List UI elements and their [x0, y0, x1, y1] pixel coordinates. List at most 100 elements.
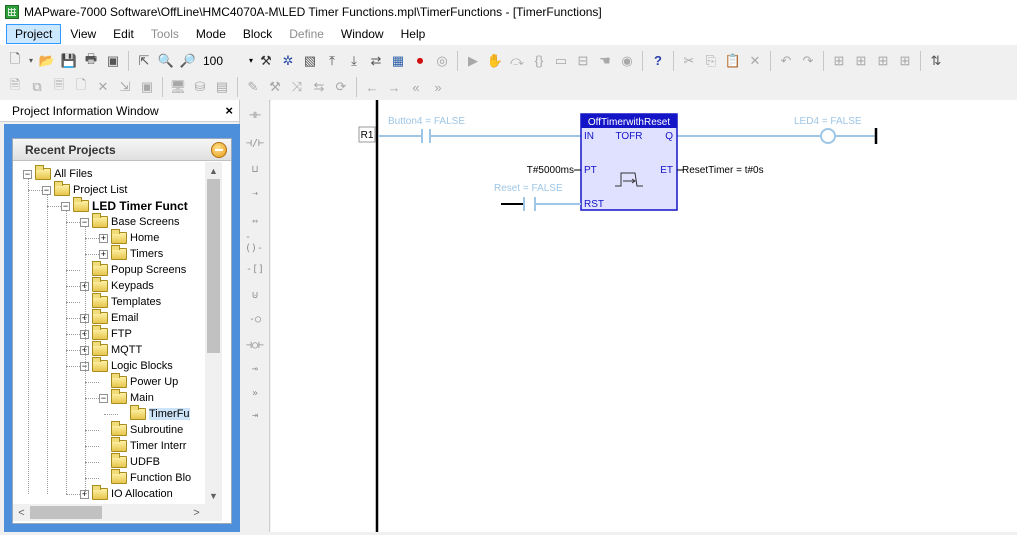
- pen-icon[interactable]: ✎: [243, 77, 263, 97]
- pt-value[interactable]: T#5000ms: [527, 165, 574, 176]
- sort-icon[interactable]: ⇅: [926, 51, 946, 71]
- export-icon[interactable]: ⇱: [134, 51, 154, 71]
- export-page-icon[interactable]: ⇲: [115, 77, 135, 97]
- monitor-icon[interactable]: ⊟: [573, 51, 593, 71]
- expand-icon[interactable]: +: [99, 249, 108, 259]
- close-icon[interactable]: ×: [225, 103, 233, 118]
- menu-view[interactable]: View: [62, 25, 104, 43]
- step-icon[interactable]: ⤼: [507, 51, 527, 71]
- contact-no-icon[interactable]: ⊣⊢: [245, 106, 265, 124]
- expand-icon[interactable]: +: [99, 233, 108, 243]
- tree-item[interactable]: + Timers: [99, 245, 163, 262]
- tree-item[interactable]: Popup Screens: [80, 261, 186, 278]
- menu-project[interactable]: Project: [6, 24, 62, 44]
- scroll-down-icon[interactable]: ▼: [205, 487, 222, 504]
- tree-item[interactable]: Power Up: [99, 373, 178, 390]
- refresh-icon[interactable]: ⟳: [331, 77, 351, 97]
- grid-3-icon[interactable]: ⊞: [873, 51, 893, 71]
- jump-icon[interactable]: »: [245, 384, 265, 402]
- ladder-canvas[interactable]: R1 Button4 = FALSE LED4 = FALSE OffTimer…: [271, 100, 1017, 532]
- zoom-select[interactable]: 100 ▾: [199, 51, 255, 71]
- return-icon[interactable]: ⊸: [245, 360, 265, 378]
- window-icon[interactable]: ▭: [551, 51, 571, 71]
- output-icon[interactable]: -○: [245, 310, 265, 328]
- screen-icon[interactable]: ▣: [137, 77, 157, 97]
- function-icon[interactable]: ⊍: [245, 286, 265, 304]
- close-icon[interactable]: ✕: [93, 77, 113, 97]
- transfer-icon[interactable]: ⇄: [366, 51, 386, 71]
- delete-icon[interactable]: ✕: [745, 51, 765, 71]
- upload-icon[interactable]: ⤒: [322, 51, 342, 71]
- dropdown-arrow-icon[interactable]: ▾: [27, 51, 35, 71]
- scroll-left-icon[interactable]: <: [13, 504, 30, 521]
- scroll-right-icon[interactable]: >: [188, 504, 205, 521]
- new-page-icon[interactable]: 🗋: [71, 77, 91, 97]
- scroll-thumb[interactable]: [207, 179, 220, 353]
- drag-icon[interactable]: ☚: [595, 51, 615, 71]
- menu-define[interactable]: Define: [281, 25, 332, 43]
- target-icon[interactable]: ◉: [617, 51, 637, 71]
- tree-item[interactable]: + Home: [99, 229, 159, 246]
- compile-icon[interactable]: ⚒: [256, 51, 276, 71]
- copy-icon[interactable]: ⎘: [701, 51, 721, 71]
- shuffle-icon[interactable]: ⤨: [287, 77, 307, 97]
- tree-item[interactable]: + IO Allocation: [80, 485, 173, 502]
- tree-item[interactable]: − LED Timer Funct: [61, 197, 188, 214]
- new-file-icon[interactable]: 🗋: [5, 51, 25, 71]
- menu-block[interactable]: Block: [235, 25, 280, 43]
- tree-item[interactable]: Subroutine: [99, 421, 183, 438]
- duplicate-icon[interactable]: ⧉: [27, 77, 47, 97]
- tree-item[interactable]: − All Files: [23, 165, 93, 182]
- stop-icon[interactable]: ⏺: [410, 51, 430, 71]
- swap-icon[interactable]: ⇆: [309, 77, 329, 97]
- copy-screen-icon[interactable]: ▣: [103, 51, 123, 71]
- tree-item[interactable]: + Keypads: [80, 277, 154, 294]
- bracket-icon[interactable]: {}: [529, 51, 549, 71]
- document-icon[interactable]: 🗎: [5, 77, 25, 97]
- collapse-tree-icon[interactable]: −: [42, 185, 51, 195]
- record-icon[interactable]: ◎: [432, 51, 452, 71]
- vertical-scrollbar[interactable]: ▲ ▼: [205, 162, 222, 504]
- menu-mode[interactable]: Mode: [188, 25, 234, 43]
- arrow-right-icon[interactable]: →: [384, 77, 404, 97]
- menu-help[interactable]: Help: [393, 25, 434, 43]
- redo-icon[interactable]: ↷: [798, 51, 818, 71]
- contact-nc-icon[interactable]: ⊣/⊢: [245, 134, 265, 152]
- contact-button4[interactable]: [421, 129, 431, 143]
- tree-item[interactable]: − Logic Blocks: [80, 357, 173, 374]
- menu-window[interactable]: Window: [333, 25, 392, 43]
- tree-item[interactable]: Timer Interr: [99, 437, 186, 454]
- collapse-tree-icon[interactable]: −: [61, 201, 70, 211]
- print-icon[interactable]: 🖶: [81, 51, 101, 71]
- menu-tools[interactable]: Tools: [143, 25, 187, 43]
- rung-icon[interactable]: ⇔: [245, 212, 265, 230]
- grid-icon[interactable]: ⊞: [829, 51, 849, 71]
- block-icon[interactable]: -[]: [245, 260, 265, 278]
- run-icon[interactable]: ▶: [463, 51, 483, 71]
- scroll-up-icon[interactable]: ▲: [205, 162, 222, 179]
- image-icon[interactable]: ▧: [300, 51, 320, 71]
- table-icon[interactable]: ▦: [388, 51, 408, 71]
- contact-reset[interactable]: [523, 197, 536, 211]
- collapse-icon[interactable]: [211, 141, 227, 158]
- layout-icon[interactable]: ▤: [212, 77, 232, 97]
- grid-2-icon[interactable]: ⊞: [851, 51, 871, 71]
- collapse-tree-icon[interactable]: −: [23, 169, 32, 179]
- pc-icon[interactable]: 🖥: [168, 77, 188, 97]
- hand-icon[interactable]: ✋: [485, 51, 505, 71]
- collapse-tree-icon[interactable]: −: [99, 393, 108, 403]
- tree-item[interactable]: + Email: [80, 309, 139, 326]
- zoom-icon[interactable]: 🔍: [156, 51, 176, 71]
- et-value[interactable]: ResetTimer = t#0s: [682, 165, 764, 176]
- arrow-left-icon[interactable]: ←: [362, 77, 382, 97]
- tree-item[interactable]: − Main: [99, 389, 154, 406]
- gear-icon[interactable]: ✲: [278, 51, 298, 71]
- database-icon[interactable]: ⛁: [190, 77, 210, 97]
- tree-item[interactable]: + FTP: [80, 325, 132, 342]
- wire-icon[interactable]: ⇢: [245, 184, 265, 202]
- tree-item[interactable]: − Project List: [42, 181, 127, 198]
- download-icon[interactable]: ⤓: [344, 51, 364, 71]
- set-reset-icon[interactable]: ⊣○⊢: [245, 336, 265, 354]
- collapse-tree-icon[interactable]: −: [80, 217, 89, 227]
- scroll-thumb-horizontal[interactable]: [30, 506, 102, 519]
